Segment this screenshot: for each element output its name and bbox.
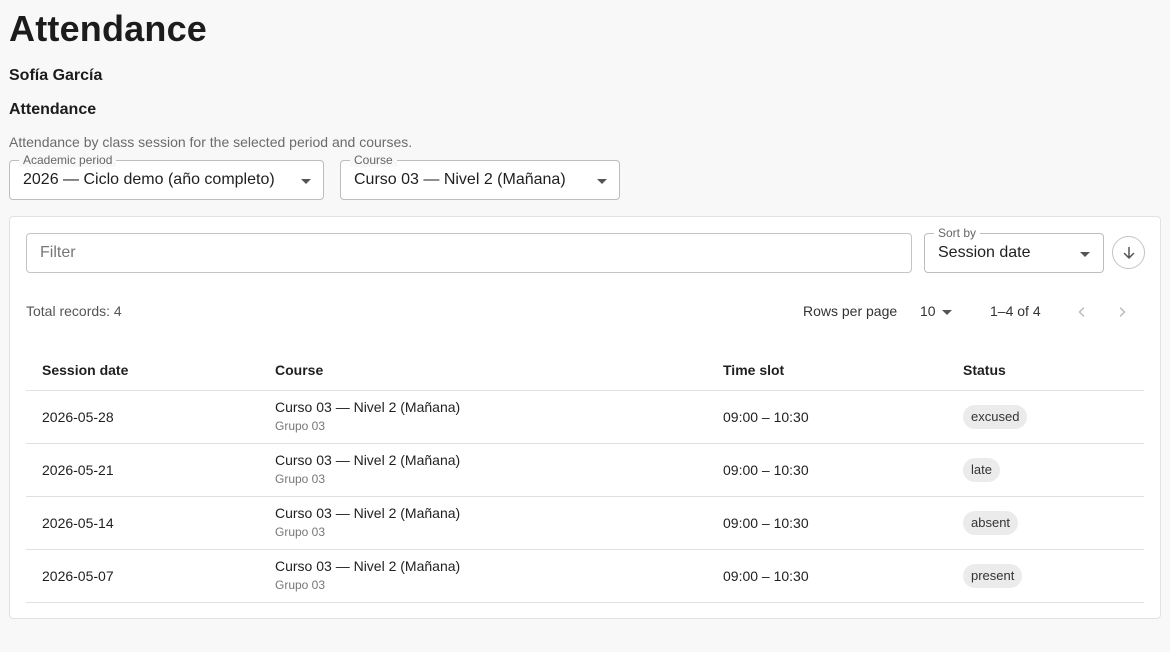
table-header-row: Session date Course Time slot Status <box>26 350 1144 391</box>
section-title: Attendance <box>9 101 97 118</box>
chevron-right-icon <box>1119 307 1126 317</box>
status-cell: late <box>947 443 1144 497</box>
course-name: Curso 03 — Nivel 2 (Mañana) <box>275 399 461 415</box>
status-badge: late <box>963 457 1000 482</box>
table-row[interactable]: 2026-05-07 Curso 03 — Nivel 2 (Mañana) G… <box>26 549 1144 603</box>
session-date-cell: 2026-05-28 <box>26 390 259 444</box>
filter-input[interactable] <box>26 233 912 273</box>
rows-per-page-label: Rows per page <box>803 303 898 319</box>
time-slot-cell: 09:00 – 10:30 <box>707 496 947 550</box>
arrow-down-icon <box>1123 246 1134 259</box>
attendance-table: Session date Course Time slot Status 202… <box>26 350 1144 603</box>
attendance-card: Sort by Session date Total records: 4 Ro… <box>9 216 1161 619</box>
course-cell: Curso 03 — Nivel 2 (Mañana) Grupo 03 <box>259 549 707 603</box>
status-badge: excused <box>963 404 1028 429</box>
page-title: Attendance <box>9 8 208 49</box>
course-select[interactable]: Course Curso 03 — Nivel 2 (Mañana) <box>340 153 620 200</box>
sort-by-value: Session date <box>938 244 1031 261</box>
course-group: Grupo 03 <box>275 472 326 486</box>
column-header-session-date[interactable]: Session date <box>26 350 259 391</box>
sort-by-select[interactable]: Sort by Session date <box>924 226 1104 273</box>
column-header-time-slot[interactable]: Time slot <box>707 350 947 391</box>
column-header-course[interactable]: Course <box>259 350 707 391</box>
chevron-left-icon <box>1078 307 1085 317</box>
caret-down-icon <box>301 179 311 184</box>
table-row[interactable]: 2026-05-28 Curso 03 — Nivel 2 (Mañana) G… <box>26 390 1144 444</box>
course-cell: Curso 03 — Nivel 2 (Mañana) Grupo 03 <box>259 443 707 497</box>
rows-per-page-select[interactable]: 10 <box>919 301 955 323</box>
academic-period-value: 2026 — Ciclo demo (año completo) <box>23 171 275 188</box>
total-records: Total records: 4 <box>26 303 122 319</box>
time-slot-cell: 09:00 – 10:30 <box>707 443 947 497</box>
table-row[interactable]: 2026-05-14 Curso 03 — Nivel 2 (Mañana) G… <box>26 496 1144 550</box>
session-date-cell: 2026-05-07 <box>26 549 259 603</box>
caret-down-icon <box>1080 252 1090 257</box>
student-name: Sofía García <box>9 67 103 84</box>
caret-down-icon <box>942 310 952 315</box>
sort-direction-button[interactable] <box>1112 236 1145 269</box>
course-cell: Curso 03 — Nivel 2 (Mañana) Grupo 03 <box>259 496 707 550</box>
sort-by-label: Sort by <box>934 226 981 240</box>
academic-period-select[interactable]: Academic period 2026 — Ciclo demo (año c… <box>9 153 324 200</box>
rows-per-page-value: 10 <box>920 303 936 319</box>
time-slot-cell: 09:00 – 10:30 <box>707 549 947 603</box>
status-cell: absent <box>947 496 1144 550</box>
course-name: Curso 03 — Nivel 2 (Mañana) <box>275 505 461 521</box>
course-cell: Curso 03 — Nivel 2 (Mañana) Grupo 03 <box>259 390 707 444</box>
course-value: Curso 03 — Nivel 2 (Mañana) <box>354 171 566 188</box>
status-badge: absent <box>963 510 1019 535</box>
course-group: Grupo 03 <box>275 578 326 592</box>
section-description: Attendance by class session for the sele… <box>9 134 413 150</box>
academic-period-label: Academic period <box>19 153 117 167</box>
status-cell: excused <box>947 390 1144 444</box>
course-name: Curso 03 — Nivel 2 (Mañana) <box>275 558 461 574</box>
column-header-status[interactable]: Status <box>947 350 1144 391</box>
table-row[interactable]: 2026-05-21 Curso 03 — Nivel 2 (Mañana) G… <box>26 443 1144 497</box>
caret-down-icon <box>597 179 607 184</box>
session-date-cell: 2026-05-21 <box>26 443 259 497</box>
status-cell: present <box>947 549 1144 603</box>
session-date-cell: 2026-05-14 <box>26 496 259 550</box>
course-group: Grupo 03 <box>275 419 326 433</box>
course-group: Grupo 03 <box>275 525 326 539</box>
previous-page-button[interactable] <box>1069 299 1095 325</box>
page-range: 1–4 of 4 <box>990 303 1041 319</box>
next-page-button[interactable] <box>1109 299 1135 325</box>
status-badge: present <box>963 563 1023 588</box>
time-slot-cell: 09:00 – 10:30 <box>707 390 947 444</box>
course-label: Course <box>350 153 397 167</box>
course-name: Curso 03 — Nivel 2 (Mañana) <box>275 452 461 468</box>
